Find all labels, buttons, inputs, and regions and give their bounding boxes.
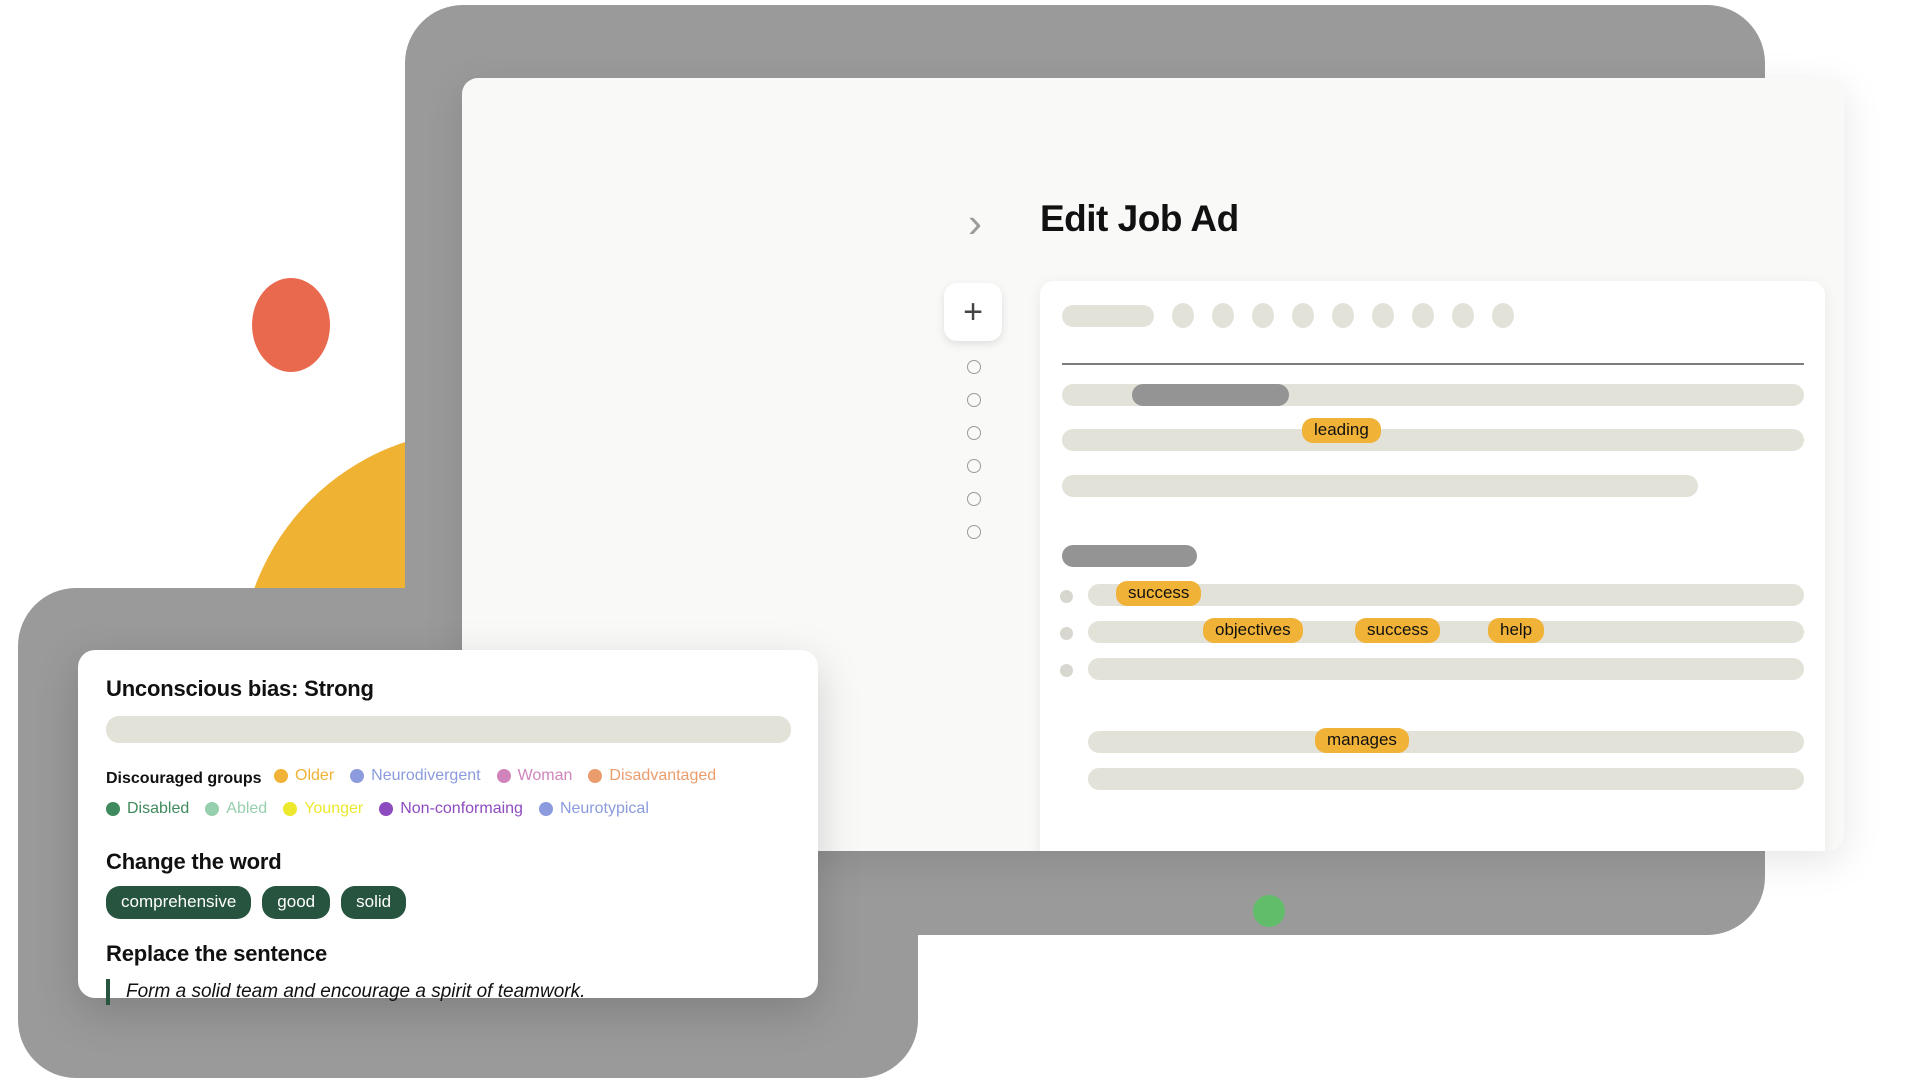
chevron-right-icon[interactable]: › <box>962 202 988 244</box>
legend-swatch-icon <box>205 802 220 816</box>
legend-swatch-icon <box>283 802 298 816</box>
decorative-dot-green <box>1253 895 1285 927</box>
block-rail: + <box>944 283 1004 539</box>
legend-swatch-icon <box>538 802 553 816</box>
toolbar-icon[interactable] <box>1172 303 1194 328</box>
legend-item-label: Woman <box>517 767 573 784</box>
legend-item-label: Older <box>295 767 335 784</box>
rail-dot[interactable] <box>967 393 981 407</box>
selected-text-run <box>1132 384 1289 406</box>
legend-item-label: Non-conformaing <box>400 800 523 817</box>
heading-line <box>1062 545 1197 567</box>
legend-swatch-icon <box>350 769 365 783</box>
legend-item-label: Neurodivergent <box>371 767 481 784</box>
toolbar-icon[interactable] <box>1212 303 1234 328</box>
legend-item: Neurodivergent <box>350 761 481 791</box>
text-line <box>1088 768 1804 790</box>
text-line <box>1088 731 1804 753</box>
legend-item: Disabled <box>106 794 189 824</box>
bias-highlight[interactable]: help <box>1488 618 1545 643</box>
word-suggestion-chip[interactable]: comprehensive <box>106 886 252 919</box>
rail-dot[interactable] <box>967 459 981 473</box>
bias-highlight[interactable]: manages <box>1315 728 1409 753</box>
bias-highlight[interactable]: success <box>1116 581 1202 606</box>
legend-item: Older <box>274 761 334 791</box>
app-titlebar <box>462 78 1844 188</box>
toolbar-icon[interactable] <box>1412 303 1434 328</box>
rail-dot[interactable] <box>967 426 981 440</box>
legend-item-label: Disabled <box>127 800 190 817</box>
suggested-sentence-block[interactable]: Form a solid team and encourage a spirit… <box>106 979 790 1005</box>
legend-swatch-icon <box>106 802 120 816</box>
legend-swatch-icon <box>379 802 394 816</box>
legend-item: Disadvantaged <box>588 761 716 791</box>
editor-toolbar <box>1062 303 1514 328</box>
toolbar-icon[interactable] <box>1372 303 1394 328</box>
bias-highlight[interactable]: success <box>1355 618 1441 643</box>
bullet-dot <box>1060 664 1073 677</box>
legend-item: Neurotypical <box>538 794 649 824</box>
text-line <box>1088 621 1804 643</box>
legend-swatch-icon <box>496 769 511 783</box>
toolbar-icon[interactable] <box>1292 303 1314 328</box>
screenshot-root: › Edit Job Ad + leading success objectiv… <box>0 0 1920 1080</box>
page-title: Edit Job Ad <box>1040 198 1239 239</box>
toolbar-icon[interactable] <box>1252 303 1274 328</box>
rail-dot[interactable] <box>967 360 981 374</box>
legend-item-label: Disadvantaged <box>609 767 717 784</box>
replace-sentence-title: Replace the sentence <box>106 941 327 966</box>
word-suggestion-chip[interactable]: good <box>262 886 331 919</box>
word-suggestion-chip[interactable]: solid <box>341 886 407 919</box>
popup-title: Unconscious bias: Strong <box>106 676 374 701</box>
discouraged-groups-legend: Discouraged groups Older Neurodivergent Wo… <box>106 761 790 827</box>
legend-swatch-icon <box>588 769 603 783</box>
legend-item: Woman <box>496 761 573 791</box>
legend-item: Abled <box>205 794 267 824</box>
word-suggestion-list: comprehensive good solid <box>106 886 790 919</box>
decorative-circle-red <box>252 278 330 372</box>
bias-suggestion-popup: Unconscious bias: Strong Discouraged gro… <box>78 650 818 1005</box>
bullet-dot <box>1060 590 1073 603</box>
text-line <box>1062 475 1698 497</box>
toolbar-icon[interactable] <box>1452 303 1474 328</box>
popup-placeholder-bar <box>106 716 791 743</box>
suggested-sentence: Form a solid team and encourage a spirit… <box>126 981 586 1002</box>
legend-heading: Discouraged groups <box>106 770 262 787</box>
legend-item: Younger <box>283 794 363 824</box>
legend-item-label: Younger <box>304 800 364 817</box>
add-block-button[interactable]: + <box>944 283 1002 341</box>
legend-item-label: Abled <box>226 800 268 817</box>
toolbar-icon[interactable] <box>1332 303 1354 328</box>
rail-dot[interactable] <box>967 525 981 539</box>
change-word-title: Change the word <box>106 849 282 874</box>
bias-highlight[interactable]: leading <box>1302 418 1381 443</box>
job-ad-editor[interactable]: leading success objectives success help … <box>1040 281 1825 851</box>
toolbar-icon[interactable] <box>1492 303 1514 328</box>
toolbar-divider <box>1062 363 1804 365</box>
bullet-dot <box>1060 627 1073 640</box>
bias-highlight[interactable]: objectives <box>1203 618 1303 643</box>
legend-item: Non-conformaing <box>379 794 523 824</box>
toolbar-placeholder[interactable] <box>1062 304 1154 327</box>
text-line <box>1088 658 1804 680</box>
legend-item-label: Neurotypical <box>559 800 649 817</box>
rail-dot[interactable] <box>967 492 981 506</box>
text-line <box>1062 429 1804 451</box>
legend-swatch-icon <box>274 769 289 783</box>
